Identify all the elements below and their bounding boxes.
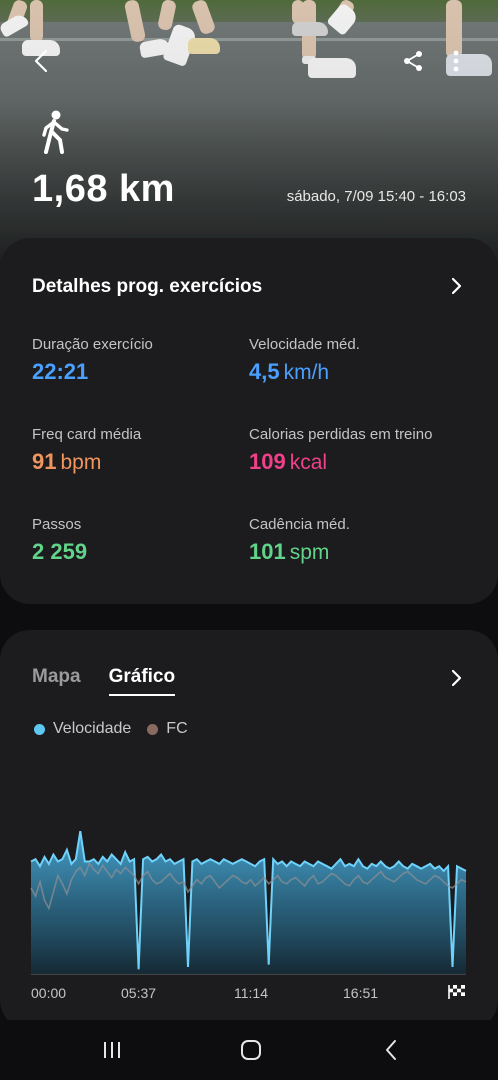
tab-map[interactable]: Mapa: [32, 666, 81, 696]
home-button[interactable]: [236, 1036, 266, 1064]
legend-dot: [147, 723, 159, 735]
stat-value: 91 bpm: [32, 449, 102, 474]
chevron-right-icon[interactable]: [446, 276, 466, 296]
stat-value: 22:21: [32, 359, 89, 384]
x-tick-label: 05:37: [121, 985, 157, 1001]
x-tick-label: 00:00: [31, 985, 67, 1001]
stat-value: 4,5 km/h: [249, 359, 330, 384]
legend-label: FC: [166, 720, 188, 737]
home-icon: [241, 1040, 261, 1060]
workout-datetime: sábado, 7/09 15:40 - 16:03: [286, 188, 466, 205]
share-icon: [404, 51, 422, 71]
stat-label: Duração exercício: [32, 336, 153, 353]
stat-label: Calorias perdidas em treino: [249, 426, 433, 443]
more-vertical-icon: [453, 50, 459, 72]
stat-label: Passos: [32, 516, 82, 533]
chart-legend: Velocidade FC: [34, 720, 204, 738]
back-icon: [386, 1040, 396, 1060]
speed-hr-chart[interactable]: [0, 810, 498, 980]
legend-dot: [34, 723, 45, 735]
recent-apps-icon: [104, 1042, 120, 1058]
tab-graph[interactable]: Gráfico: [108, 666, 176, 696]
back-button[interactable]: [26, 46, 56, 76]
view-tabs: Mapa Gráfico: [32, 666, 176, 696]
nav-back-button[interactable]: [376, 1036, 406, 1064]
stat-label: Freq card média: [32, 426, 142, 443]
exercise-details-card[interactable]: Detalhes prog. exercícios Duração exercí…: [0, 238, 498, 604]
details-title: Detalhes prog. exercícios: [32, 276, 263, 297]
chart-card: Mapa Gráfico Velocidade FC 00:00 05:37 1…: [0, 630, 498, 1030]
legend-item-hr[interactable]: FC: [147, 720, 188, 738]
stat-avg-speed: Velocidade méd. 4,5 km/h: [249, 336, 360, 385]
legend-label: Velocidade: [53, 720, 132, 737]
x-tick-label: 11:14: [234, 985, 268, 1001]
checkered-flag-icon: [448, 985, 465, 999]
stat-value: 109 kcal: [249, 449, 328, 474]
chevron-left-icon: [34, 49, 48, 73]
stat-calories: Calorias perdidas em treino 109 kcal: [249, 426, 432, 475]
share-button[interactable]: [398, 46, 428, 76]
walking-person-icon: [42, 110, 69, 154]
stat-duration: Duração exercício 22:21: [32, 336, 153, 385]
stat-value: 101 spm: [249, 539, 330, 564]
legend-item-speed[interactable]: Velocidade: [34, 720, 131, 738]
distance-value: 1,68 km: [32, 168, 175, 210]
system-navigation-bar: [0, 1020, 498, 1080]
stat-value: 2 259: [32, 539, 88, 564]
recent-apps-button[interactable]: [97, 1036, 127, 1064]
chevron-right-icon[interactable]: [446, 668, 466, 688]
stat-steps: Passos 2 259: [32, 516, 87, 565]
stat-label: Cadência méd.: [249, 516, 350, 533]
stat-cadence: Cadência méd. 101 spm: [249, 516, 350, 565]
x-tick-label: 16:51: [343, 985, 379, 1001]
speed-area: [31, 831, 466, 974]
stat-label: Velocidade méd.: [249, 336, 360, 353]
stat-avg-heart-rate: Freq card média 91 bpm: [32, 426, 141, 475]
more-options-button[interactable]: [444, 46, 468, 76]
